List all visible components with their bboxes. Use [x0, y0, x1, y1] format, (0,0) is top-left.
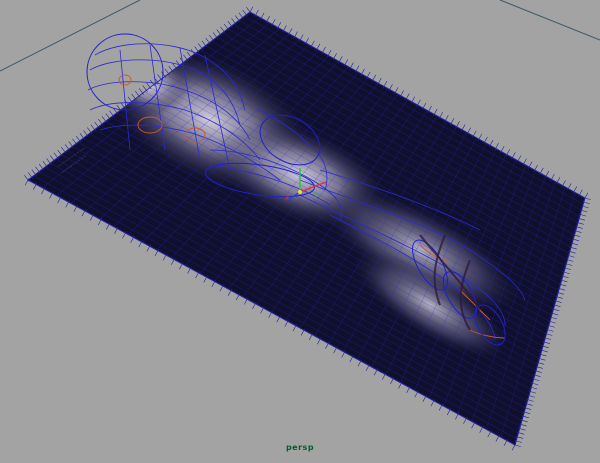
svg-text:x: x: [285, 194, 289, 202]
mesh-plane[interactable]: [27, 11, 586, 446]
camera-name-label: persp: [285, 443, 315, 452]
svg-text:y: y: [314, 190, 318, 198]
edge-tick: [24, 178, 30, 186]
viewport-canvas[interactable]: x y ~~~~~~~~~~ ~~~~~~~~~: [0, 0, 600, 463]
perspective-viewport[interactable]: x y ~~~~~~~~~~ ~~~~~~~~~ persp: [0, 0, 600, 463]
